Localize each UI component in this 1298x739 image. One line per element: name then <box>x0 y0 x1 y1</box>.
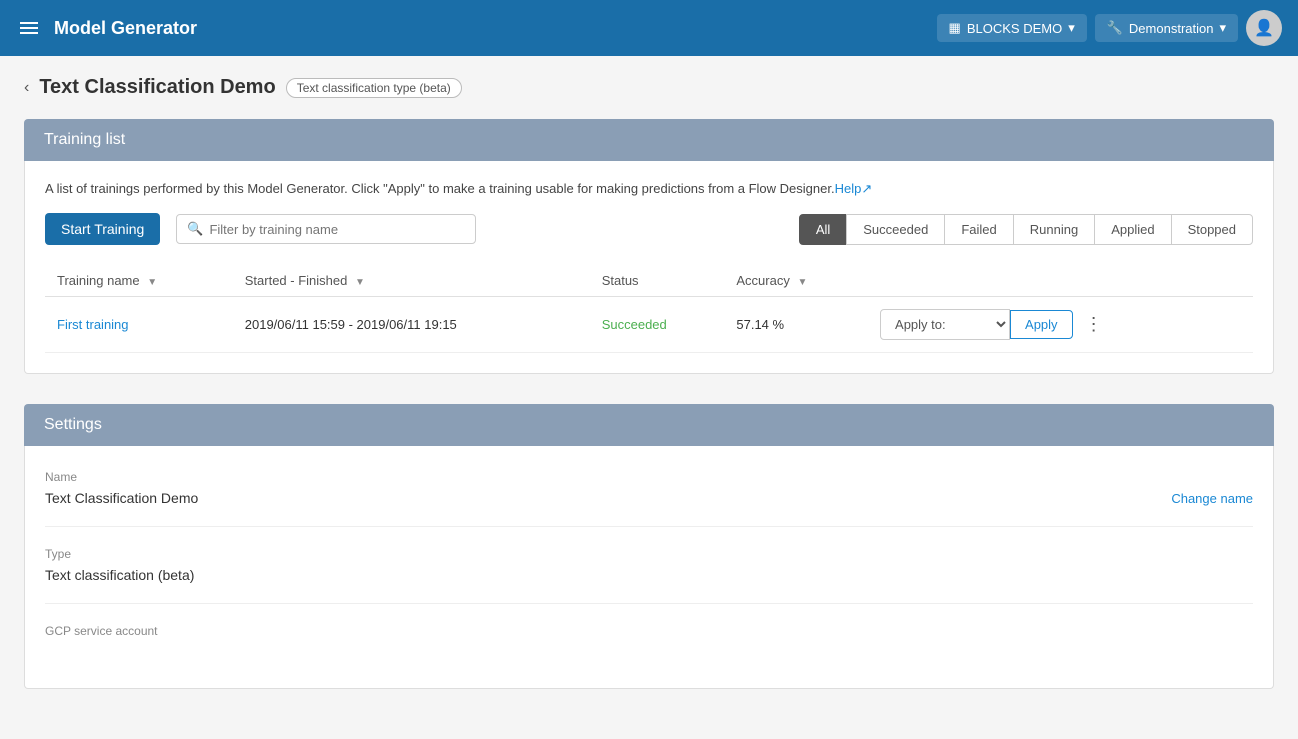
hamburger-menu[interactable] <box>16 18 42 38</box>
type-badge: Text classification type (beta) <box>286 78 462 98</box>
breadcrumb: ‹ Text Classification Demo Text classifi… <box>24 76 1274 99</box>
start-training-button[interactable]: Start Training <box>45 213 160 245</box>
filter-tab-applied[interactable]: Applied <box>1094 214 1171 245</box>
table-header-row: Training name ▼ Started - Finished ▼ Sta… <box>45 265 1253 297</box>
cell-accuracy: 57.14 % <box>724 297 868 353</box>
avatar-icon: 👤 <box>1254 18 1274 38</box>
search-icon: 🔍 <box>187 221 203 237</box>
settings-section: Settings Name Text Classification Demo C… <box>24 404 1274 689</box>
col-accuracy: Accuracy ▼ <box>724 265 868 297</box>
more-options-button[interactable]: ⋮ <box>1077 310 1111 339</box>
user-chevron-icon: ▾ <box>1219 20 1226 36</box>
status-badge: Succeeded <box>602 317 667 332</box>
settings-header: Settings <box>24 404 1274 446</box>
user-label: Demonstration <box>1129 21 1214 36</box>
gcp-field: GCP service account <box>45 624 1253 664</box>
type-field: Type Text classification (beta) <box>45 547 1253 604</box>
training-list-title: Training list <box>44 131 125 148</box>
training-list-header: Training list <box>24 119 1274 161</box>
sort-icon: ▼ <box>355 277 365 288</box>
cell-training-name: First training <box>45 297 233 353</box>
filter-tabs: AllSucceededFailedRunningAppliedStopped <box>800 214 1253 245</box>
training-list-section: Training list A list of trainings perfor… <box>24 119 1274 374</box>
description-text: A list of trainings performed by this Mo… <box>45 181 835 196</box>
type-value: Text classification (beta) <box>45 567 1253 583</box>
avatar[interactable]: 👤 <box>1246 10 1282 46</box>
filter-tab-failed[interactable]: Failed <box>944 214 1013 245</box>
search-input[interactable] <box>209 222 465 237</box>
toolbar: Start Training 🔍 AllSucceededFailedRunni… <box>45 213 1253 245</box>
filter-tab-succeeded[interactable]: Succeeded <box>846 214 945 245</box>
action-cell: Apply to: Apply ⋮ <box>880 309 1241 340</box>
name-value: Text Classification Demo <box>45 490 198 506</box>
workspace-label: BLOCKS DEMO <box>967 21 1062 36</box>
training-list-body: A list of trainings performed by this Mo… <box>24 161 1274 374</box>
gcp-label: GCP service account <box>45 624 1253 638</box>
apply-to-select[interactable]: Apply to: <box>880 309 1010 340</box>
top-navigation: Model Generator ▦ BLOCKS DEMO ▾ 🔧 Demons… <box>0 0 1298 56</box>
wrench-icon: 🔧 <box>1107 20 1123 36</box>
col-actions <box>868 265 1253 297</box>
col-training-name: Training name ▼ <box>45 265 233 297</box>
page-content: ‹ Text Classification Demo Text classifi… <box>0 56 1298 739</box>
change-name-link[interactable]: Change name <box>1171 491 1253 506</box>
workspace-chevron-icon: ▾ <box>1068 20 1075 36</box>
cell-status: Succeeded <box>590 297 725 353</box>
filter-tab-all[interactable]: All <box>799 214 847 245</box>
workspace-button[interactable]: ▦ BLOCKS DEMO ▾ <box>937 14 1087 42</box>
apply-group: Apply to: Apply <box>880 309 1073 340</box>
cell-started-finished: 2019/06/11 15:59 - 2019/06/11 19:15 <box>233 297 590 353</box>
table-row: First training 2019/06/11 15:59 - 2019/0… <box>45 297 1253 353</box>
cell-actions: Apply to: Apply ⋮ <box>868 297 1253 353</box>
filter-tab-stopped[interactable]: Stopped <box>1171 214 1253 245</box>
training-description: A list of trainings performed by this Mo… <box>45 181 1253 197</box>
name-field: Name Text Classification Demo Change nam… <box>45 470 1253 527</box>
app-title: Model Generator <box>54 18 197 39</box>
settings-body: Name Text Classification Demo Change nam… <box>24 446 1274 689</box>
search-box: 🔍 <box>176 214 476 244</box>
settings-title: Settings <box>44 416 102 433</box>
type-label: Type <box>45 547 1253 561</box>
name-label: Name <box>45 470 1253 484</box>
name-row-inner: Text Classification Demo Change name <box>45 490 1253 506</box>
back-button[interactable]: ‹ <box>24 79 29 97</box>
help-link[interactable]: Help↗ <box>835 181 873 196</box>
page-title: Text Classification Demo <box>39 76 275 99</box>
user-button[interactable]: 🔧 Demonstration ▾ <box>1095 14 1238 42</box>
sort-icon: ▼ <box>147 277 157 288</box>
filter-tab-running[interactable]: Running <box>1013 214 1095 245</box>
nav-right: ▦ BLOCKS DEMO ▾ 🔧 Demonstration ▾ 👤 <box>937 10 1282 46</box>
nav-left: Model Generator <box>16 18 197 39</box>
col-status: Status <box>590 265 725 297</box>
sort-icon: ▼ <box>797 277 807 288</box>
training-name-link[interactable]: First training <box>57 317 129 332</box>
grid-icon: ▦ <box>949 20 961 36</box>
training-table: Training name ▼ Started - Finished ▼ Sta… <box>45 265 1253 353</box>
apply-button[interactable]: Apply <box>1010 310 1073 339</box>
col-started-finished: Started - Finished ▼ <box>233 265 590 297</box>
